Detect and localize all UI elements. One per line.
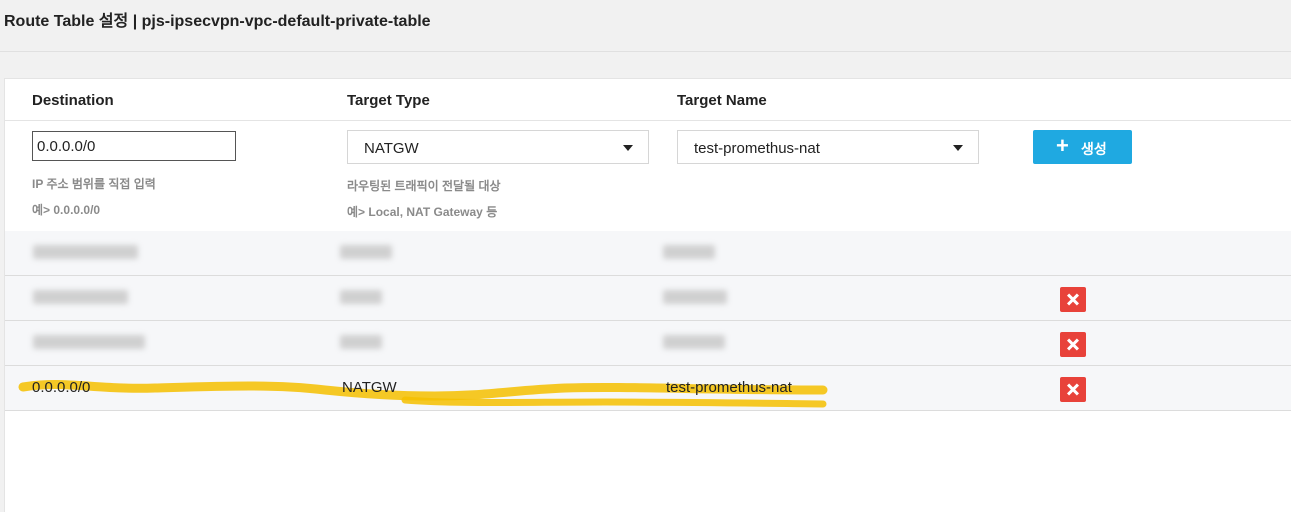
route-table-panel: Destination Target Type Target Name IP 주… xyxy=(4,78,1291,512)
chevron-down-icon xyxy=(953,145,963,151)
destination-example: 예> 0.0.0.0/0 xyxy=(32,203,101,217)
page-title: Route Table 설정 | pjs-ipsecvpn-vpc-defaul… xyxy=(4,13,431,30)
chevron-down-icon xyxy=(623,145,633,151)
target-type-example: 예> Local, NAT Gateway 등 xyxy=(347,205,498,219)
target-name-select[interactable]: test-promethus-nat xyxy=(677,130,979,164)
route-target-name: test-promethus-nat xyxy=(666,379,792,396)
redacted-target-name xyxy=(663,290,727,304)
header-target-type: Target Type xyxy=(347,92,430,109)
delete-route-button[interactable] xyxy=(1060,287,1086,312)
redacted-destination xyxy=(33,245,138,259)
delete-route-button[interactable] xyxy=(1060,332,1086,357)
target-type-hint: 라우팅된 트래픽이 전달될 대상 xyxy=(347,179,501,193)
table-header: Destination Target Type Target Name xyxy=(5,79,1291,121)
redacted-target-type xyxy=(340,290,382,304)
redacted-target-type xyxy=(340,245,392,259)
title-bar: Route Table 설정 | pjs-ipsecvpn-vpc-defaul… xyxy=(0,0,1291,52)
redacted-destination xyxy=(33,335,145,349)
route-destination: 0.0.0.0/0 xyxy=(32,379,91,396)
route-target-type: NATGW xyxy=(342,379,397,396)
table-row xyxy=(5,321,1291,366)
redacted-target-name xyxy=(663,245,715,259)
redacted-destination xyxy=(33,290,128,304)
target-type-select[interactable]: NATGW xyxy=(347,130,649,164)
table-row xyxy=(5,276,1291,321)
redacted-target-name xyxy=(663,335,725,349)
table-row: 0.0.0.0/0 NATGW test-promethus-nat xyxy=(5,366,1291,411)
destination-hint: IP 주소 범위를 직접 입력 xyxy=(32,177,156,191)
destination-input[interactable] xyxy=(32,131,236,161)
target-type-value: NATGW xyxy=(364,140,419,157)
header-target-name: Target Name xyxy=(677,92,767,109)
new-route-form: IP 주소 범위를 직접 입력 예> 0.0.0.0/0 NATGW 라우팅된 … xyxy=(5,121,1291,232)
create-button[interactable]: + 생성 xyxy=(1033,130,1132,164)
delete-route-button[interactable] xyxy=(1060,377,1086,402)
plus-icon: + xyxy=(1056,133,1069,158)
table-row xyxy=(5,231,1291,276)
redacted-target-type xyxy=(340,335,382,349)
header-destination: Destination xyxy=(32,92,114,109)
create-button-label: 생성 xyxy=(1081,141,1107,157)
target-name-value: test-promethus-nat xyxy=(694,140,820,157)
